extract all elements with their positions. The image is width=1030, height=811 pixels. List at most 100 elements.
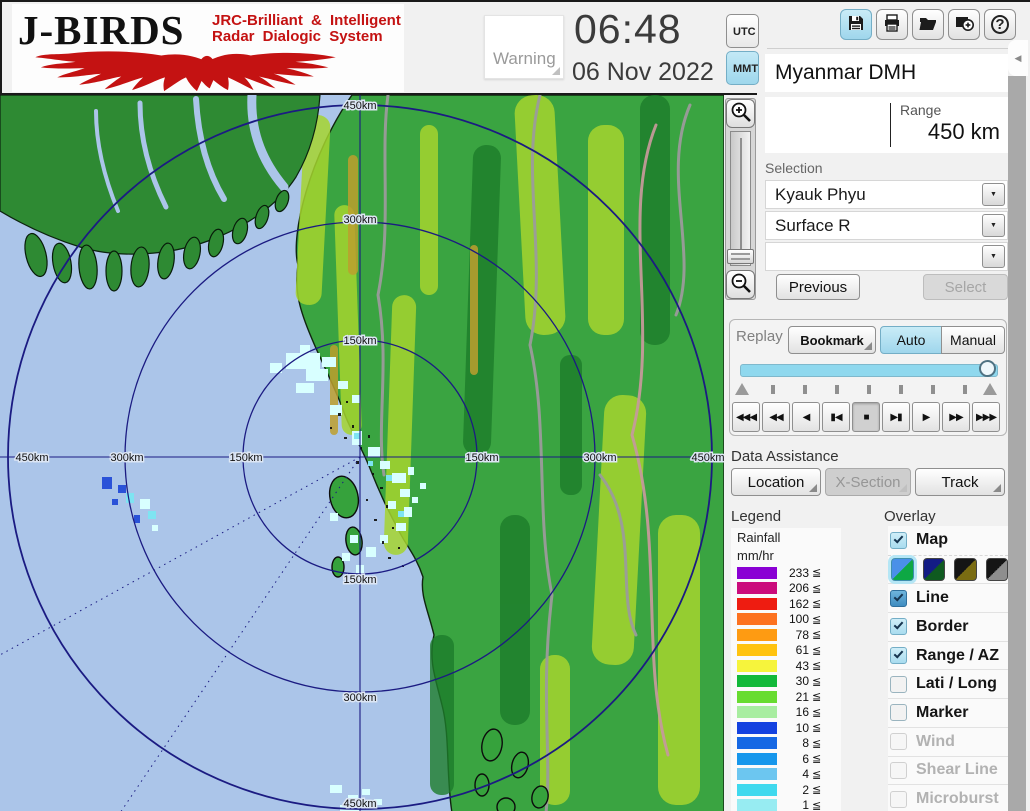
svg-text:450km: 450km bbox=[343, 798, 376, 810]
extra-dropdown[interactable]: ▼ bbox=[765, 242, 1008, 271]
panel-scrollbar[interactable] bbox=[1008, 76, 1026, 811]
magnifier-minus-icon bbox=[729, 271, 753, 298]
stop-button[interactable]: ■ bbox=[852, 402, 880, 432]
mmt-toggle-button[interactable]: MMT bbox=[726, 51, 759, 85]
legend-color-swatch bbox=[737, 722, 777, 734]
overlay-item-shear-line: Shear Line bbox=[888, 756, 1008, 785]
range-az-checkbox[interactable] bbox=[890, 647, 907, 664]
product-dropdown-value: Surface R bbox=[775, 216, 851, 236]
legend-rows: 233≦ 206≦ 162≦ 100≦ 78≦ 61≦ 43≦ 30≦ 21≦ … bbox=[737, 565, 837, 811]
print-button[interactable] bbox=[876, 9, 908, 40]
logo-title: J-BIRDS bbox=[18, 6, 184, 54]
fast-forward-button[interactable]: ▶▶ bbox=[942, 402, 970, 432]
overlay-item-marker[interactable]: Marker bbox=[888, 698, 1008, 727]
zoom-slider-handle[interactable] bbox=[727, 249, 754, 264]
legend-entry: 206≦ bbox=[737, 581, 837, 597]
slider-tick bbox=[771, 385, 775, 394]
legend-entry: 30≦ bbox=[737, 674, 837, 690]
border-checkbox[interactable] bbox=[890, 618, 907, 635]
replay-range-end-marker[interactable] bbox=[983, 383, 997, 395]
marker-checkbox[interactable] bbox=[890, 704, 907, 721]
play-button[interactable]: ▶ bbox=[912, 402, 940, 432]
legend-entry: 61≦ bbox=[737, 643, 837, 659]
overlay-item-range-az[interactable]: Range / AZ bbox=[888, 641, 1008, 670]
jump-first-button[interactable]: ◀◀◀ bbox=[732, 402, 760, 432]
lati-long-checkbox[interactable] bbox=[890, 676, 907, 693]
lte-symbol: ≦ bbox=[812, 628, 821, 641]
map-style-swatch-3[interactable] bbox=[954, 558, 977, 581]
xsection-button: X-Section bbox=[825, 468, 911, 496]
legend-entry: 6≦ bbox=[737, 751, 837, 767]
map-style-swatch-4[interactable] bbox=[986, 558, 1009, 581]
legend-color-swatch bbox=[737, 737, 777, 749]
overlay-item-border[interactable]: Border bbox=[888, 612, 1008, 641]
station-name: Myanmar DMH bbox=[765, 54, 1008, 92]
capture-add-button[interactable] bbox=[948, 9, 980, 40]
select-button: Select bbox=[923, 274, 1008, 300]
save-button[interactable] bbox=[840, 9, 872, 40]
zoom-slider-track[interactable] bbox=[730, 131, 751, 266]
bookmark-button[interactable]: Bookmark bbox=[788, 326, 876, 354]
warning-button[interactable]: Warning bbox=[484, 15, 564, 79]
track-button[interactable]: Track bbox=[915, 468, 1005, 496]
map-style-swatch-2[interactable] bbox=[923, 558, 946, 581]
overlay-section-label: Overlay bbox=[884, 508, 936, 525]
legend-color-swatch bbox=[737, 753, 777, 765]
rainfall-legend: Rainfall mm/hr 233≦ 206≦ 162≦ 100≦ 78≦ 6… bbox=[731, 528, 841, 811]
overlay-item-map[interactable]: Map bbox=[888, 526, 1008, 555]
shear-line-checkbox bbox=[890, 762, 907, 779]
overlay-item-lati-long[interactable]: Lati / Long bbox=[888, 669, 1008, 698]
panel-collapse-button[interactable]: ◀ bbox=[1008, 40, 1028, 76]
previous-button[interactable]: Previous bbox=[776, 274, 860, 300]
toolbar: ? bbox=[840, 9, 1016, 40]
legend-entry: 2≦ bbox=[737, 782, 837, 798]
site-dropdown[interactable]: Kyauk Phyu ▼ bbox=[765, 180, 1008, 209]
zoom-out-button[interactable] bbox=[726, 270, 755, 299]
product-dropdown[interactable]: Surface R ▼ bbox=[765, 211, 1008, 240]
chevron-down-icon[interactable]: ▼ bbox=[982, 183, 1005, 206]
overlay-item-label: Border bbox=[916, 618, 968, 636]
replay-slider-handle[interactable] bbox=[979, 360, 996, 377]
step-back-button[interactable]: ▮◀ bbox=[822, 402, 850, 432]
manual-mode-button[interactable]: Manual bbox=[941, 326, 1005, 354]
chevron-down-icon[interactable]: ▼ bbox=[982, 214, 1005, 237]
map-style-swatch-1[interactable] bbox=[891, 558, 914, 581]
utc-toggle-button[interactable]: UTC bbox=[726, 14, 759, 48]
menu-corner-icon bbox=[899, 484, 907, 492]
map-checkbox[interactable] bbox=[890, 532, 907, 549]
svg-text:300km: 300km bbox=[343, 214, 376, 226]
jump-last-button[interactable]: ▶▶▶ bbox=[972, 402, 1000, 432]
legend-entry: 4≦ bbox=[737, 767, 837, 783]
lte-symbol: ≦ bbox=[812, 721, 821, 734]
line-checkbox[interactable] bbox=[890, 590, 907, 607]
replay-panel: Replay Bookmark Auto Manual ◀◀◀ ◀◀ ◀ ▮◀ … bbox=[729, 319, 1007, 436]
clock-time: 06:48 bbox=[574, 6, 724, 53]
svg-text:450km: 450km bbox=[343, 100, 376, 112]
radar-map[interactable]: 450km 300km 150km 150km 300km 450km 450k… bbox=[0, 95, 724, 811]
legend-color-swatch bbox=[737, 706, 777, 718]
auto-mode-button[interactable]: Auto bbox=[880, 326, 942, 354]
open-file-button[interactable] bbox=[912, 9, 944, 40]
play-reverse-button[interactable]: ◀ bbox=[792, 402, 820, 432]
legend-section-label: Legend bbox=[731, 508, 781, 525]
site-dropdown-value: Kyauk Phyu bbox=[775, 185, 866, 205]
step-forward-button[interactable]: ▶▮ bbox=[882, 402, 910, 432]
zoom-in-button[interactable] bbox=[726, 99, 755, 128]
lte-symbol: ≦ bbox=[812, 566, 821, 579]
location-button[interactable]: Location bbox=[731, 468, 821, 496]
data-assistance-label: Data Assistance bbox=[731, 448, 839, 465]
legend-unit-line1: Rainfall bbox=[737, 530, 841, 546]
replay-slider-track[interactable] bbox=[740, 364, 998, 377]
fast-rewind-button[interactable]: ◀◀ bbox=[762, 402, 790, 432]
overlay-item-line[interactable]: Line bbox=[888, 583, 1008, 612]
help-icon: ? bbox=[991, 15, 1009, 34]
lte-symbol: ≦ bbox=[812, 582, 821, 595]
legend-color-swatch bbox=[737, 582, 777, 594]
replay-label: Replay bbox=[736, 328, 783, 345]
chevron-down-icon[interactable]: ▼ bbox=[982, 245, 1005, 268]
legend-entry: 21≦ bbox=[737, 689, 837, 705]
replay-range-start-marker[interactable] bbox=[735, 383, 749, 395]
svg-text:300km: 300km bbox=[343, 692, 376, 704]
svg-text:450km: 450km bbox=[691, 452, 724, 464]
help-button[interactable]: ? bbox=[984, 9, 1016, 40]
